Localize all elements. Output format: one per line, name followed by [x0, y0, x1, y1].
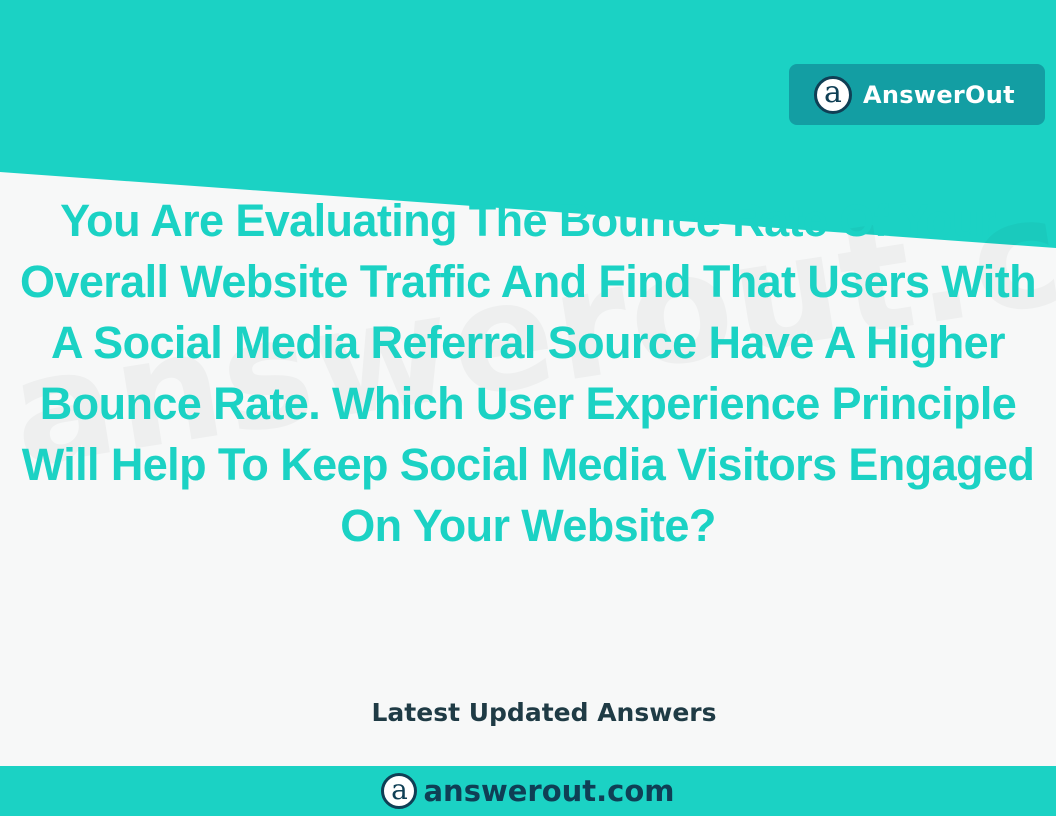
footer-domain-link[interactable]: answerout.com	[423, 774, 674, 808]
question-heading: You Are Evaluating The Bounce Rate Of Yo…	[20, 195, 1037, 551]
latest-answers-heading: Latest Updated Answers	[371, 698, 717, 727]
footer-bar[interactable]: a answerout.com	[0, 766, 1056, 816]
brand-badge[interactable]: a AnswerOut	[789, 64, 1045, 125]
brand-name: AnswerOut	[863, 80, 1015, 109]
footer-logo-icon: a	[381, 773, 418, 809]
answerout-logo-icon: a	[814, 75, 852, 114]
